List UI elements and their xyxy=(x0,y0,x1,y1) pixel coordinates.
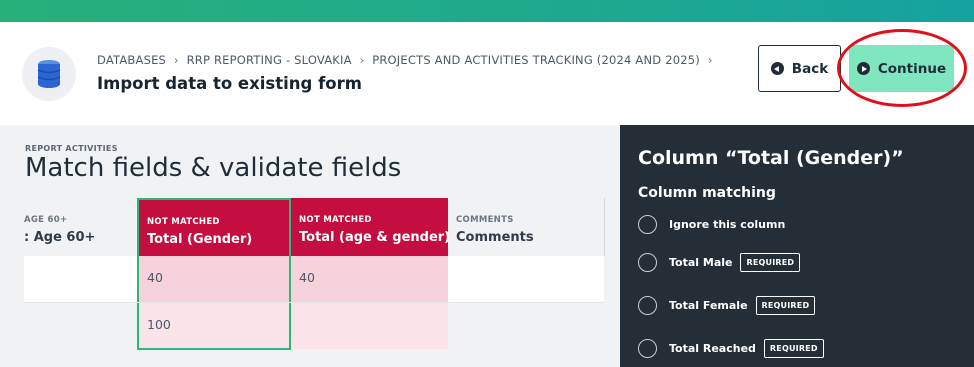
table-cell xyxy=(24,303,137,349)
table-row: 100 xyxy=(0,303,620,350)
table-cell[interactable]: 40 xyxy=(137,256,291,302)
table-row: 40 40 xyxy=(0,256,620,302)
option-label: Total Male xyxy=(669,256,733,269)
column-status: NOT MATCHED xyxy=(147,217,220,227)
column-header-total-gender[interactable]: NOT MATCHED Total (Gender) xyxy=(137,198,291,256)
option-label: Total Female xyxy=(669,299,748,312)
breadcrumb: DATABASES › RRP REPORTING - SLOVAKIA › P… xyxy=(97,53,717,67)
required-badge: REQUIRED xyxy=(763,339,824,358)
column-status: AGE 60+ xyxy=(24,215,68,225)
option-ignore-column[interactable]: Ignore this column xyxy=(638,215,785,234)
page-title: Import data to existing form xyxy=(97,74,362,93)
option-total-reached[interactable]: Total Reached REQUIRED xyxy=(638,339,824,358)
required-badge: REQUIRED xyxy=(755,296,816,315)
panel-title: Column “Total (Gender)” xyxy=(638,147,904,169)
required-badge: REQUIRED xyxy=(740,253,801,272)
breadcrumb-item-projects-tracking[interactable]: PROJECTS AND ACTIVITIES TRACKING (2024 A… xyxy=(372,53,700,67)
table-cell xyxy=(448,303,604,349)
radio-button[interactable] xyxy=(638,339,657,358)
table-cell xyxy=(24,256,137,302)
back-button[interactable]: Back xyxy=(758,45,841,92)
column-header-comments[interactable]: COMMENTS Comments xyxy=(448,198,620,256)
section-label: REPORT ACTIVITIES xyxy=(25,144,118,153)
column-settings-panel: Column “Total (Gender)” Column matching … xyxy=(620,125,974,367)
column-name: : Age 60+ xyxy=(24,230,96,245)
back-arrow-icon xyxy=(770,62,784,75)
table-cell xyxy=(448,256,604,302)
breadcrumb-separator: › xyxy=(707,53,713,67)
breadcrumb-separator: › xyxy=(359,53,365,67)
breadcrumb-separator: › xyxy=(173,53,179,67)
column-header-total-age-gender[interactable]: NOT MATCHED Total (age & gender) xyxy=(291,198,451,256)
option-total-female[interactable]: Total Female REQUIRED xyxy=(638,296,816,315)
column-name: Total (Gender) xyxy=(147,232,253,247)
back-button-label: Back xyxy=(791,60,829,77)
radio-button[interactable] xyxy=(638,296,657,315)
breadcrumb-item-rrp-reporting[interactable]: RRP REPORTING - SLOVAKIA xyxy=(187,53,352,67)
column-divider xyxy=(604,198,605,256)
option-label: Total Reached xyxy=(669,342,756,355)
panel-subtitle: Column matching xyxy=(638,185,776,201)
breadcrumb-item-databases[interactable]: DATABASES xyxy=(97,53,166,67)
top-accent-bar xyxy=(0,0,974,22)
table-cell[interactable]: 100 xyxy=(137,303,291,350)
column-status: NOT MATCHED xyxy=(299,215,372,225)
radio-button[interactable] xyxy=(638,215,657,234)
column-status: COMMENTS xyxy=(456,215,514,225)
column-name: Comments xyxy=(456,230,534,245)
table-cell[interactable] xyxy=(291,303,448,349)
option-total-male[interactable]: Total Male REQUIRED xyxy=(638,253,801,272)
table-cell[interactable]: 40 xyxy=(291,256,448,302)
radio-button[interactable] xyxy=(638,253,657,272)
section-title: Match fields & validate fields xyxy=(25,153,402,183)
database-icon xyxy=(22,47,76,101)
highlight-annotation-circle xyxy=(837,29,967,107)
column-name: Total (age & gender) xyxy=(299,230,451,245)
column-header-age-60[interactable]: AGE 60+ : Age 60+ xyxy=(0,198,137,256)
option-label: Ignore this column xyxy=(669,218,786,231)
